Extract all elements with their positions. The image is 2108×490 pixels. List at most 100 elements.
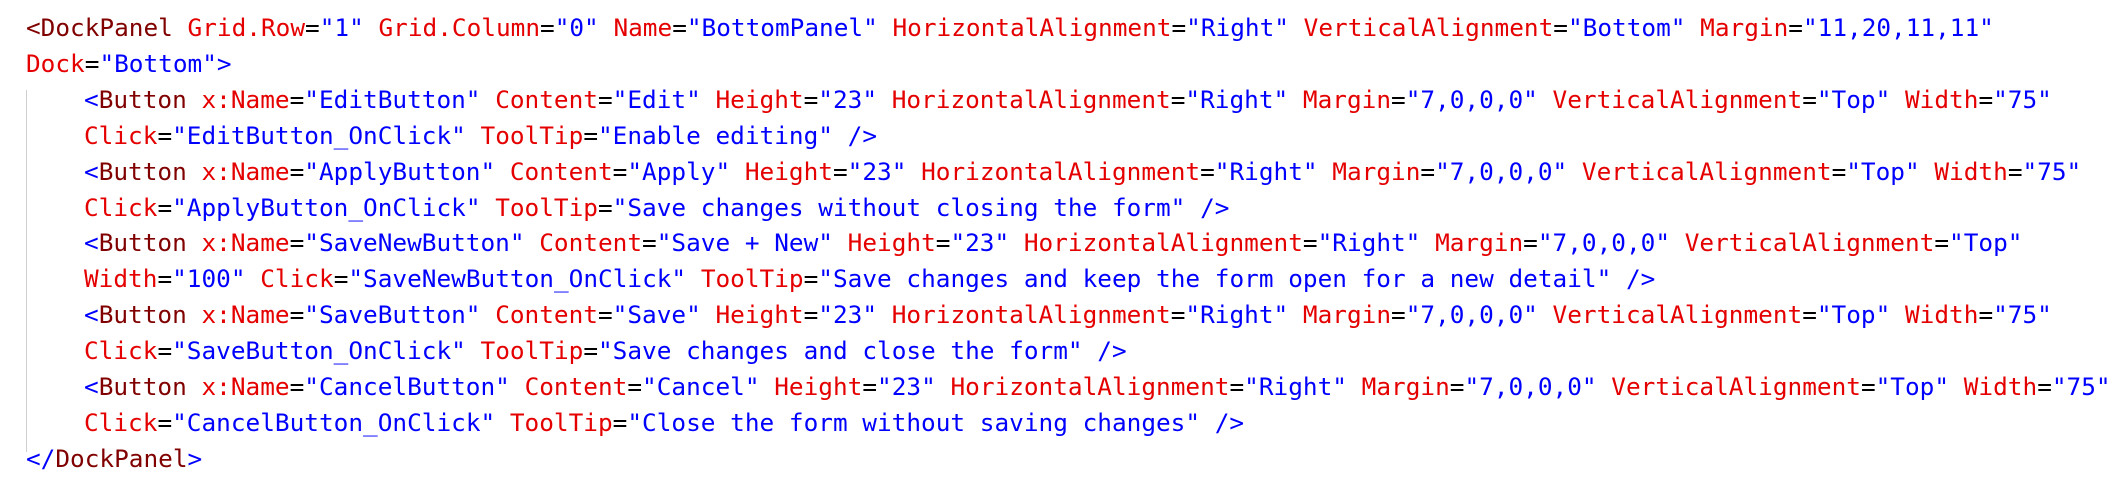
code-line: <Button x:Name="ApplyButton" Content="Ap… (84, 154, 2081, 190)
code-token: Click (84, 336, 158, 366)
code-token: Click (260, 264, 334, 294)
code-token: "EditButton_OnClick" (172, 120, 466, 150)
code-token: HorizontalAlignment (950, 372, 1230, 401)
code-token: = (1978, 300, 1994, 330)
code-token: = (935, 228, 951, 258)
code-token: Name (613, 13, 673, 42)
code-line: Click="ApplyButton_OnClick" ToolTip="Sav… (84, 190, 1229, 226)
code-token: = (289, 84, 305, 114)
code-token: HorizontalAlignment (891, 300, 1171, 330)
code-token: Margin (1435, 228, 1524, 258)
code-token: = (1523, 228, 1538, 258)
code-token: ToolTip (509, 407, 613, 437)
code-token: = (583, 336, 598, 366)
code-token: x:Name (201, 300, 290, 330)
code-token: Height (715, 84, 804, 114)
code-token: "Top" (1846, 156, 1920, 186)
code-token: "Cancel" (642, 372, 760, 401)
code-token: "Bottom" (1567, 13, 1686, 42)
code-line: <Button x:Name="SaveNewButton" Content="… (84, 225, 2022, 261)
code-token: Click (84, 407, 158, 437)
code-token: HorizontalAlignment (921, 156, 1201, 186)
code-token: "Top" (1949, 228, 2023, 258)
code-token: Width (84, 264, 158, 294)
code-token: = (289, 300, 305, 330)
code-token: = (583, 120, 598, 150)
code-token: "Enable editing" (598, 120, 833, 150)
code-token: Grid.Column (378, 13, 540, 42)
code-token: "1" (319, 13, 364, 42)
code-token: "11,20,11,11" (1802, 13, 1994, 42)
code-token: Width (1963, 372, 2038, 401)
code-token: Height (715, 300, 804, 330)
code-token: = (832, 156, 848, 186)
code-token: = (1831, 156, 1847, 186)
code-token: "CancelButton" (304, 372, 510, 401)
code-token: "Save changes without closing the form" (612, 192, 1186, 222)
code-token: = (1860, 372, 1876, 401)
code-token: "23" (950, 228, 1010, 258)
code-token: /> (847, 120, 878, 150)
code-token: Content (539, 228, 643, 258)
code-token: "23" (847, 156, 907, 186)
code-token: = (1200, 156, 1215, 186)
code-token: = (1170, 84, 1186, 114)
code-token: Content (495, 84, 598, 114)
code-token: "SaveNewButton_OnClick" (348, 264, 687, 294)
code-token: Button (98, 84, 187, 114)
code-token: /> (1625, 264, 1656, 294)
code-token: "ApplyButton_OnClick" (172, 192, 481, 222)
code-token: /> (1200, 192, 1230, 222)
code-token: = (642, 228, 657, 258)
code-token: "Save changes and close the form" (598, 336, 1083, 366)
code-token: = (1171, 13, 1187, 42)
code-editor[interactable]: <DockPanel Grid.Row="1" Grid.Column="0" … (0, 0, 2108, 490)
code-token: = (1302, 228, 1318, 258)
code-line: Click="SaveButton_OnClick" ToolTip="Save… (84, 333, 1127, 369)
code-token: = (1788, 13, 1803, 42)
code-token: "CancelButton_OnClick" (172, 407, 496, 437)
code-token: < (84, 372, 99, 401)
code-token: = (2007, 156, 2023, 186)
code-token: = (627, 372, 643, 401)
code-token: "Save" (612, 300, 701, 330)
code-line: Click="CancelButton_OnClick" ToolTip="Cl… (84, 405, 1244, 441)
indent-guide (26, 90, 27, 452)
code-token: Button (98, 228, 187, 258)
code-token: Margin (1361, 372, 1450, 401)
code-token: /> (1097, 336, 1127, 366)
code-token: < (84, 156, 99, 186)
code-token: = (1802, 300, 1817, 330)
code-token: "SaveNewButton" (304, 228, 525, 258)
code-token: ToolTip (495, 192, 598, 222)
code-token: = (157, 407, 173, 437)
code-token: "Close the form without saving changes" (627, 407, 1201, 437)
code-token: = (157, 192, 173, 222)
code-token: "7,0,0,0" (1537, 228, 1671, 258)
code-token: "Apply" (627, 156, 731, 186)
code-token: = (540, 13, 555, 42)
code-token: "Right" (1185, 300, 1289, 330)
code-token: "SaveButton" (304, 300, 481, 330)
code-token: "Edit" (612, 84, 701, 114)
code-token: VerticalAlignment (1552, 84, 1803, 114)
code-token: "BottomPanel" (686, 13, 878, 42)
code-token: HorizontalAlignment (892, 13, 1172, 42)
code-token: Margin (1302, 300, 1391, 330)
code-token: Button (98, 372, 187, 401)
